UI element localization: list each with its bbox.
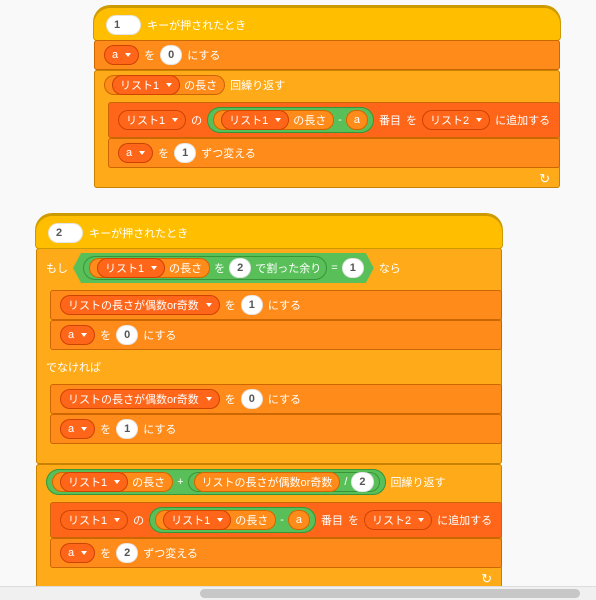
set-variable-block[interactable]: a を 0 にする — [94, 40, 560, 70]
set-variable-block[interactable]: a を 1 にする — [50, 414, 502, 444]
variable-dropdown[interactable]: a — [60, 543, 95, 563]
scrollbar-thumb[interactable] — [200, 589, 580, 598]
change-variable-block[interactable]: a を 2 ずつ変える — [50, 538, 502, 568]
list-length-reporter[interactable]: リスト1 の長さ — [89, 258, 210, 278]
if-else-block[interactable]: もし リスト1 の長さ を 2 で割った余り = 1 なら — [36, 248, 502, 464]
variable-reporter[interactable]: リストの長さが偶数or奇数 — [194, 472, 341, 492]
variable-dropdown[interactable]: a — [60, 419, 95, 439]
list-dropdown[interactable]: リスト1 — [60, 510, 128, 530]
horizontal-scrollbar[interactable] — [0, 586, 596, 600]
number-input[interactable]: 2 — [351, 472, 373, 492]
number-input[interactable]: 2 — [229, 258, 251, 278]
number-input[interactable]: 0 — [241, 389, 263, 409]
hat-label: キーが押されたとき — [89, 225, 188, 241]
loop-arrow-icon: ↻ — [539, 171, 550, 187]
list-dropdown[interactable]: リスト1 — [97, 258, 165, 278]
number-input[interactable]: 0 — [160, 45, 182, 65]
list-length-reporter[interactable]: リスト1 の長さ — [104, 75, 225, 95]
script-1[interactable]: 1 キーが押されたとき a を 0 にする リスト1 の長さ 回繰り返す リスト… — [94, 6, 560, 188]
list-length-reporter[interactable]: リスト1 の長さ — [213, 110, 334, 130]
number-input[interactable]: 2 — [116, 543, 138, 563]
number-input[interactable]: 1 — [342, 258, 364, 278]
repeat-block[interactable]: リスト1 の長さ + リストの長さが偶数or奇数 / 2 回繰り返す リスト1 … — [36, 464, 502, 588]
divide-operator[interactable]: リストの長さが偶数or奇数 / 2 — [188, 472, 380, 492]
script-2[interactable]: 2 キーが押されたとき もし リスト1 の長さ を 2 で割った余り — [36, 214, 502, 588]
variable-dropdown[interactable]: a — [104, 45, 139, 65]
key-dropdown[interactable]: 2 — [48, 223, 83, 243]
list-dropdown[interactable]: リスト1 — [112, 75, 180, 95]
number-input[interactable]: 1 — [241, 295, 263, 315]
variable-reporter[interactable]: a — [288, 510, 310, 530]
variable-reporter[interactable]: a — [346, 110, 368, 130]
list-dropdown[interactable]: リスト1 — [118, 110, 186, 130]
when-key-pressed-hat[interactable]: 2 キーが押されたとき — [36, 214, 502, 248]
repeat-block[interactable]: リスト1 の長さ 回繰り返す リスト1 の リスト1 の長さ - — [94, 70, 560, 188]
subtract-operator[interactable]: リスト1 の長さ - a — [149, 507, 316, 533]
add-to-list-block[interactable]: リスト1 の リスト1 の長さ - a 番目 を リスト2 に追加する — [108, 102, 560, 138]
subtract-operator[interactable]: リスト1 の長さ - a — [207, 107, 374, 133]
list-dropdown[interactable]: リスト2 — [422, 110, 490, 130]
number-input[interactable]: 1 — [174, 143, 196, 163]
equals-operator[interactable]: リスト1 の長さ を 2 で割った余り = 1 — [73, 253, 374, 283]
key-dropdown[interactable]: 1 — [106, 15, 141, 35]
else-label-row: でなければ — [36, 352, 502, 382]
add-to-list-block[interactable]: リスト1 の リスト1 の長さ - a 番目 を リスト2 に追加する — [50, 502, 502, 538]
list-length-reporter[interactable]: リスト1 の長さ — [155, 510, 276, 530]
list-length-reporter[interactable]: リスト1 の長さ — [52, 472, 173, 492]
variable-dropdown[interactable]: a — [60, 325, 95, 345]
set-variable-block[interactable]: リストの長さが偶数or奇数 を 1 にする — [50, 290, 502, 320]
hat-label: キーが押されたとき — [147, 17, 246, 33]
variable-dropdown[interactable]: リストの長さが偶数or奇数 — [60, 295, 220, 315]
variable-dropdown[interactable]: a — [118, 143, 153, 163]
blocks-canvas[interactable]: 1 キーが押されたとき a を 0 にする リスト1 の長さ 回繰り返す リスト… — [0, 0, 596, 600]
number-input[interactable]: 1 — [116, 419, 138, 439]
list-dropdown[interactable]: リスト1 — [60, 472, 128, 492]
when-key-pressed-hat[interactable]: 1 キーが押されたとき — [94, 6, 560, 40]
list-dropdown[interactable]: リスト1 — [221, 110, 289, 130]
set-variable-block[interactable]: リストの長さが偶数or奇数 を 0 にする — [50, 384, 502, 414]
change-variable-block[interactable]: a を 1 ずつ変える — [108, 138, 560, 168]
number-input[interactable]: 0 — [116, 325, 138, 345]
list-dropdown[interactable]: リスト2 — [364, 510, 432, 530]
variable-dropdown[interactable]: リストの長さが偶数or奇数 — [60, 389, 220, 409]
set-variable-block[interactable]: a を 0 にする — [50, 320, 502, 350]
mod-operator[interactable]: リスト1 の長さ を 2 で割った余り — [83, 256, 327, 280]
add-operator[interactable]: リスト1 の長さ + リストの長さが偶数or奇数 / 2 — [46, 469, 386, 495]
loop-arrow-icon: ↻ — [481, 571, 492, 587]
list-dropdown[interactable]: リスト1 — [163, 510, 231, 530]
